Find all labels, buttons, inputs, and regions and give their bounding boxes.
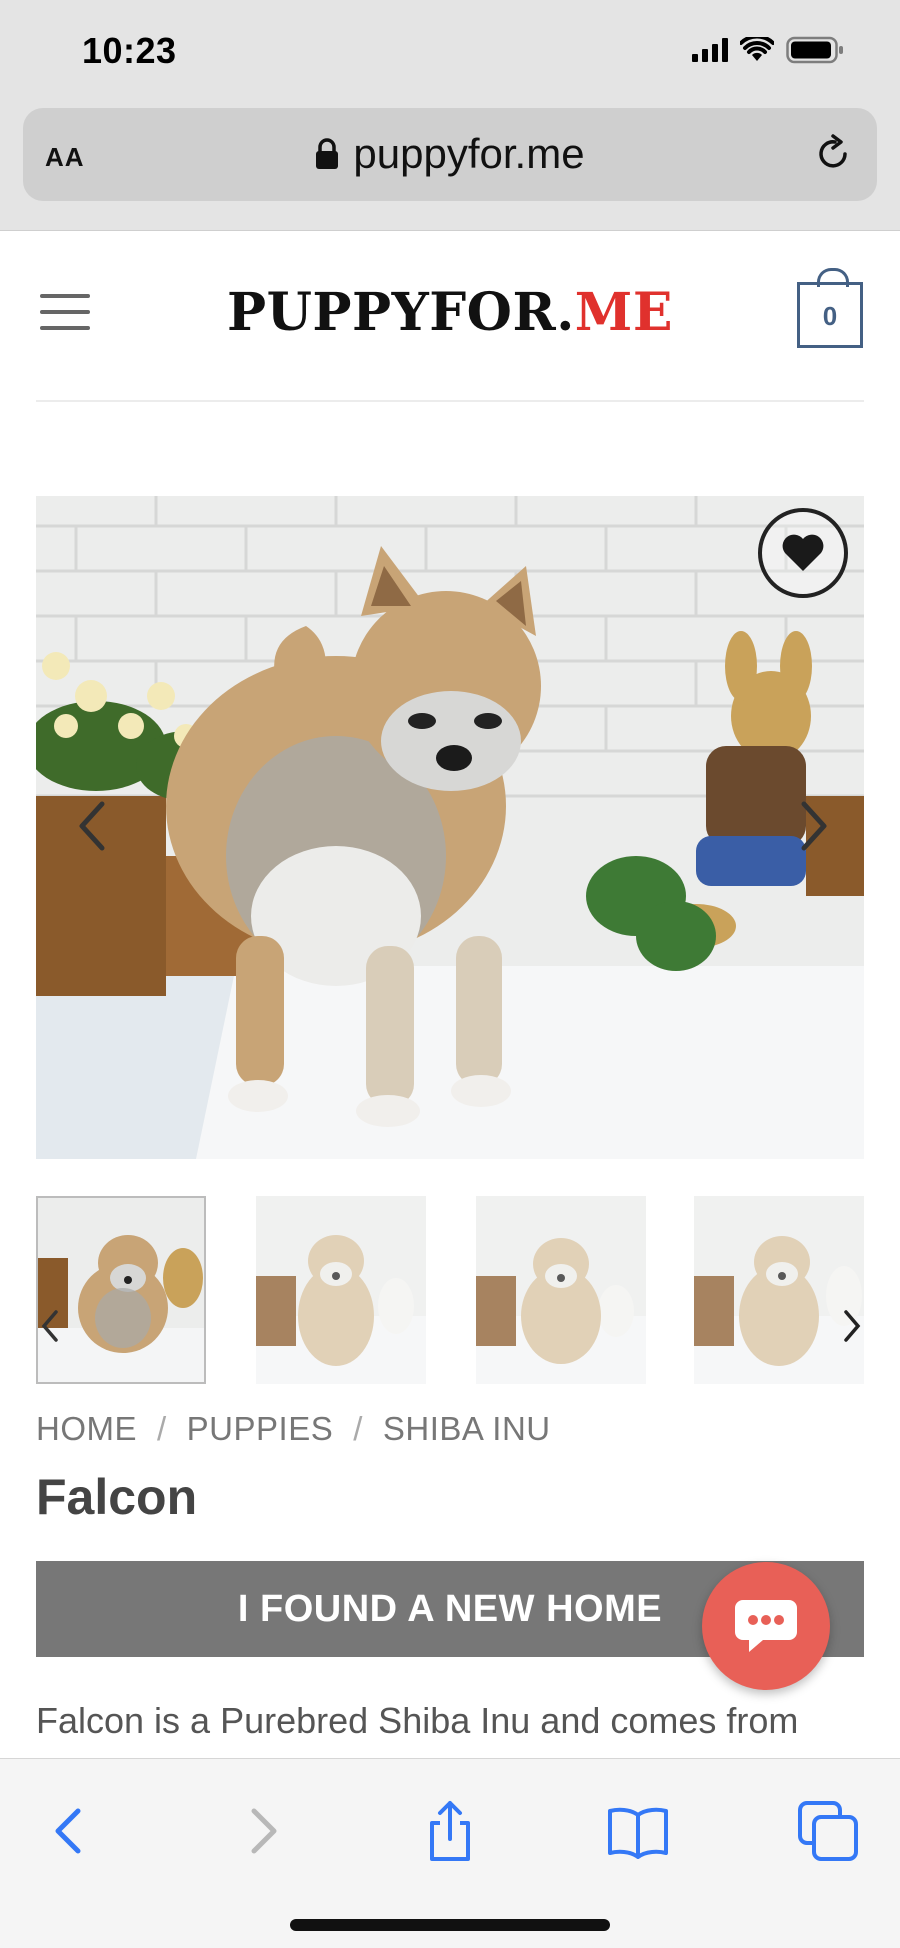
puppy-photo — [36, 496, 864, 1159]
breadcrumb-puppies[interactable]: PUPPIES — [187, 1410, 334, 1448]
thumbnail-3[interactable] — [476, 1196, 646, 1384]
breadcrumb-separator: / — [353, 1410, 363, 1447]
cart-button[interactable]: 0 — [797, 268, 863, 348]
share-icon[interactable] — [418, 1799, 482, 1863]
thumbnail-prev-icon[interactable] — [38, 1306, 62, 1346]
breadcrumb-separator: / — [157, 1410, 167, 1447]
thumbnail-4[interactable] — [694, 1196, 864, 1384]
product-title: Falcon — [36, 1469, 198, 1525]
tabs-icon[interactable] — [796, 1799, 860, 1863]
thumbnail-strip — [36, 1196, 864, 1386]
status-icons — [692, 36, 844, 64]
site-logo[interactable]: PUPPYFOR.ME — [0, 282, 900, 343]
breadcrumb-home[interactable]: HOME — [36, 1410, 137, 1448]
lock-icon — [316, 138, 339, 169]
thumbnail-1[interactable] — [36, 1196, 206, 1384]
chevron-right-icon[interactable] — [794, 796, 834, 856]
status-time: 10:23 — [82, 30, 177, 71]
home-indicator — [290, 1919, 610, 1931]
chat-button[interactable] — [702, 1562, 830, 1690]
wishlist-button[interactable] — [758, 508, 848, 598]
cellular-signal-icon — [692, 38, 728, 62]
heart-icon — [782, 534, 824, 571]
url-text: puppyfor.me — [353, 130, 585, 177]
back-icon[interactable] — [38, 1799, 102, 1863]
browser-top-chrome: 10:23 AA puppyfor.me — [0, 0, 900, 231]
product-description: Falcon is a Purebred Shiba Inu and comes… — [36, 1700, 799, 1741]
thumbnail-2[interactable] — [256, 1196, 426, 1384]
product-main-image[interactable] — [36, 496, 864, 1159]
forward-icon[interactable] — [230, 1799, 294, 1863]
url-field[interactable]: puppyfor.me — [23, 130, 877, 178]
header-divider — [36, 400, 864, 402]
address-bar[interactable]: AA puppyfor.me — [23, 108, 877, 201]
battery-icon — [786, 36, 843, 64]
thumbnail-next-icon[interactable] — [840, 1306, 864, 1346]
breadcrumb-shiba-inu[interactable]: SHIBA INU — [383, 1410, 551, 1448]
bookmarks-icon[interactable] — [606, 1799, 670, 1863]
breadcrumb: HOME / PUPPIES / SHIBA INU — [36, 1410, 551, 1448]
chevron-left-icon[interactable] — [72, 796, 112, 856]
chat-bubble-icon — [735, 1600, 797, 1652]
reload-icon[interactable] — [811, 132, 855, 176]
wifi-icon — [740, 37, 774, 61]
browser-toolbar — [0, 1758, 900, 1948]
cart-count: 0 — [822, 301, 838, 331]
